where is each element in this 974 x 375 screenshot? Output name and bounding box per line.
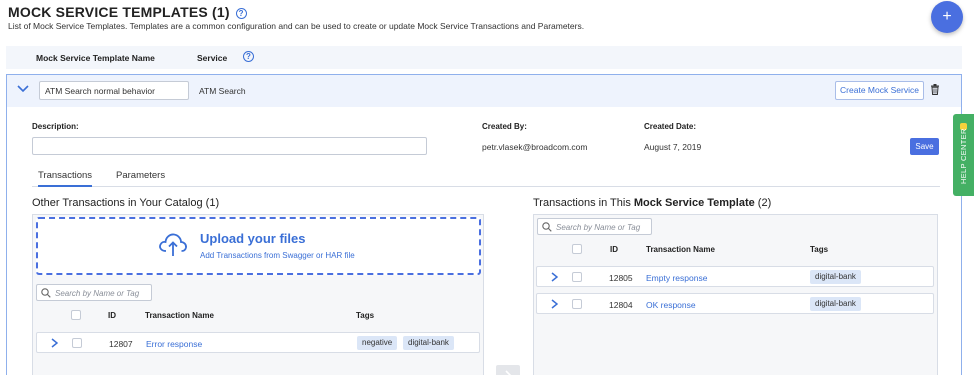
description-label: Description: — [32, 122, 79, 131]
header-transaction-name: Transaction Name — [646, 245, 715, 254]
tag-badge: negative — [357, 336, 398, 350]
tag-badge: digital-bank — [810, 270, 861, 284]
search-placeholder: Search by Name or Tag — [55, 289, 140, 298]
template-card-header: ATM Search Create Mock Service — [7, 75, 961, 107]
column-header: Mock Service Template Name Service ? — [6, 46, 962, 69]
created-date-value: August 7, 2019 — [644, 142, 702, 152]
help-center-label: HELP CENTER — [959, 128, 968, 184]
created-by-label: Created By: — [482, 122, 527, 131]
chevron-right-icon[interactable] — [551, 299, 558, 309]
header-transaction-name: Transaction Name — [145, 311, 214, 320]
tag-badge: digital-bank — [810, 297, 861, 311]
help-center-tab[interactable]: HELP CENTER — [953, 114, 974, 196]
template-name-input[interactable] — [39, 81, 189, 100]
save-button[interactable]: Save — [910, 138, 939, 155]
select-all-checkbox[interactable] — [572, 244, 582, 254]
add-template-button[interactable]: + — [931, 1, 963, 33]
row-id: 12804 — [609, 300, 633, 310]
help-icon[interactable]: ? — [235, 8, 247, 19]
tab-transactions[interactable]: Transactions — [38, 170, 93, 187]
header-tags: Tags — [810, 245, 829, 254]
tab-parameters[interactable]: Parameters — [116, 170, 165, 181]
arrow-right-icon — [505, 370, 512, 375]
row-transaction-link[interactable]: Error response — [146, 339, 202, 349]
chevron-right-icon[interactable] — [51, 338, 58, 348]
header-tags: Tags — [356, 311, 375, 320]
column-service: Service — [197, 53, 228, 63]
chevron-right-icon[interactable] — [551, 272, 558, 282]
search-icon — [41, 288, 51, 298]
column-template-name: Mock Service Template Name — [36, 53, 155, 63]
header-id: ID — [108, 311, 116, 320]
move-right-button[interactable] — [496, 365, 520, 375]
upload-dropzone[interactable]: Upload your files Add Transactions from … — [36, 217, 481, 275]
table-row[interactable]: 12807 Error response negative digital-ba… — [36, 332, 480, 353]
tag-badge: digital-bank — [403, 336, 454, 350]
row-transaction-link[interactable]: OK response — [646, 300, 696, 310]
upload-subtitle: Add Transactions from Swagger or HAR fil… — [200, 251, 355, 260]
search-icon — [542, 222, 552, 232]
tab-bar: Transactions Parameters — [32, 167, 940, 187]
header-id: ID — [610, 245, 618, 254]
table-row[interactable]: 12805 Empty response digital-bank — [536, 266, 934, 287]
template-search-input[interactable]: Search by Name or Tag — [537, 218, 652, 235]
table-row[interactable]: 12804 OK response digital-bank — [536, 293, 934, 314]
chevron-down-icon[interactable] — [17, 85, 29, 93]
row-transaction-link[interactable]: Empty response — [646, 273, 707, 283]
row-checkbox[interactable] — [72, 338, 82, 348]
page-title: MOCK SERVICE TEMPLATES (1)? — [8, 4, 247, 20]
row-id: 12805 — [609, 273, 633, 283]
trash-icon[interactable] — [930, 84, 940, 95]
row-id: 12807 — [109, 339, 133, 349]
description-input[interactable] — [32, 137, 427, 155]
service-name: ATM Search — [199, 86, 246, 96]
created-by-value: petr.vlasek@broadcom.com — [482, 142, 588, 152]
page-subtitle: List of Mock Service Templates. Template… — [8, 21, 585, 31]
create-mock-service-button[interactable]: Create Mock Service — [835, 81, 924, 100]
catalog-title: Other Transactions in Your Catalog (1) — [32, 197, 220, 209]
catalog-search-input[interactable]: Search by Name or Tag — [36, 284, 152, 301]
created-date-label: Created Date: — [644, 122, 697, 131]
search-placeholder: Search by Name or Tag — [556, 223, 641, 232]
template-transactions-title: Transactions in This Mock Service Templa… — [533, 197, 772, 209]
cloud-upload-icon — [159, 233, 187, 256]
row-checkbox[interactable] — [572, 272, 582, 282]
select-all-checkbox[interactable] — [71, 310, 81, 320]
help-icon[interactable]: ? — [243, 51, 254, 62]
upload-title: Upload your files — [200, 231, 306, 246]
row-checkbox[interactable] — [572, 299, 582, 309]
